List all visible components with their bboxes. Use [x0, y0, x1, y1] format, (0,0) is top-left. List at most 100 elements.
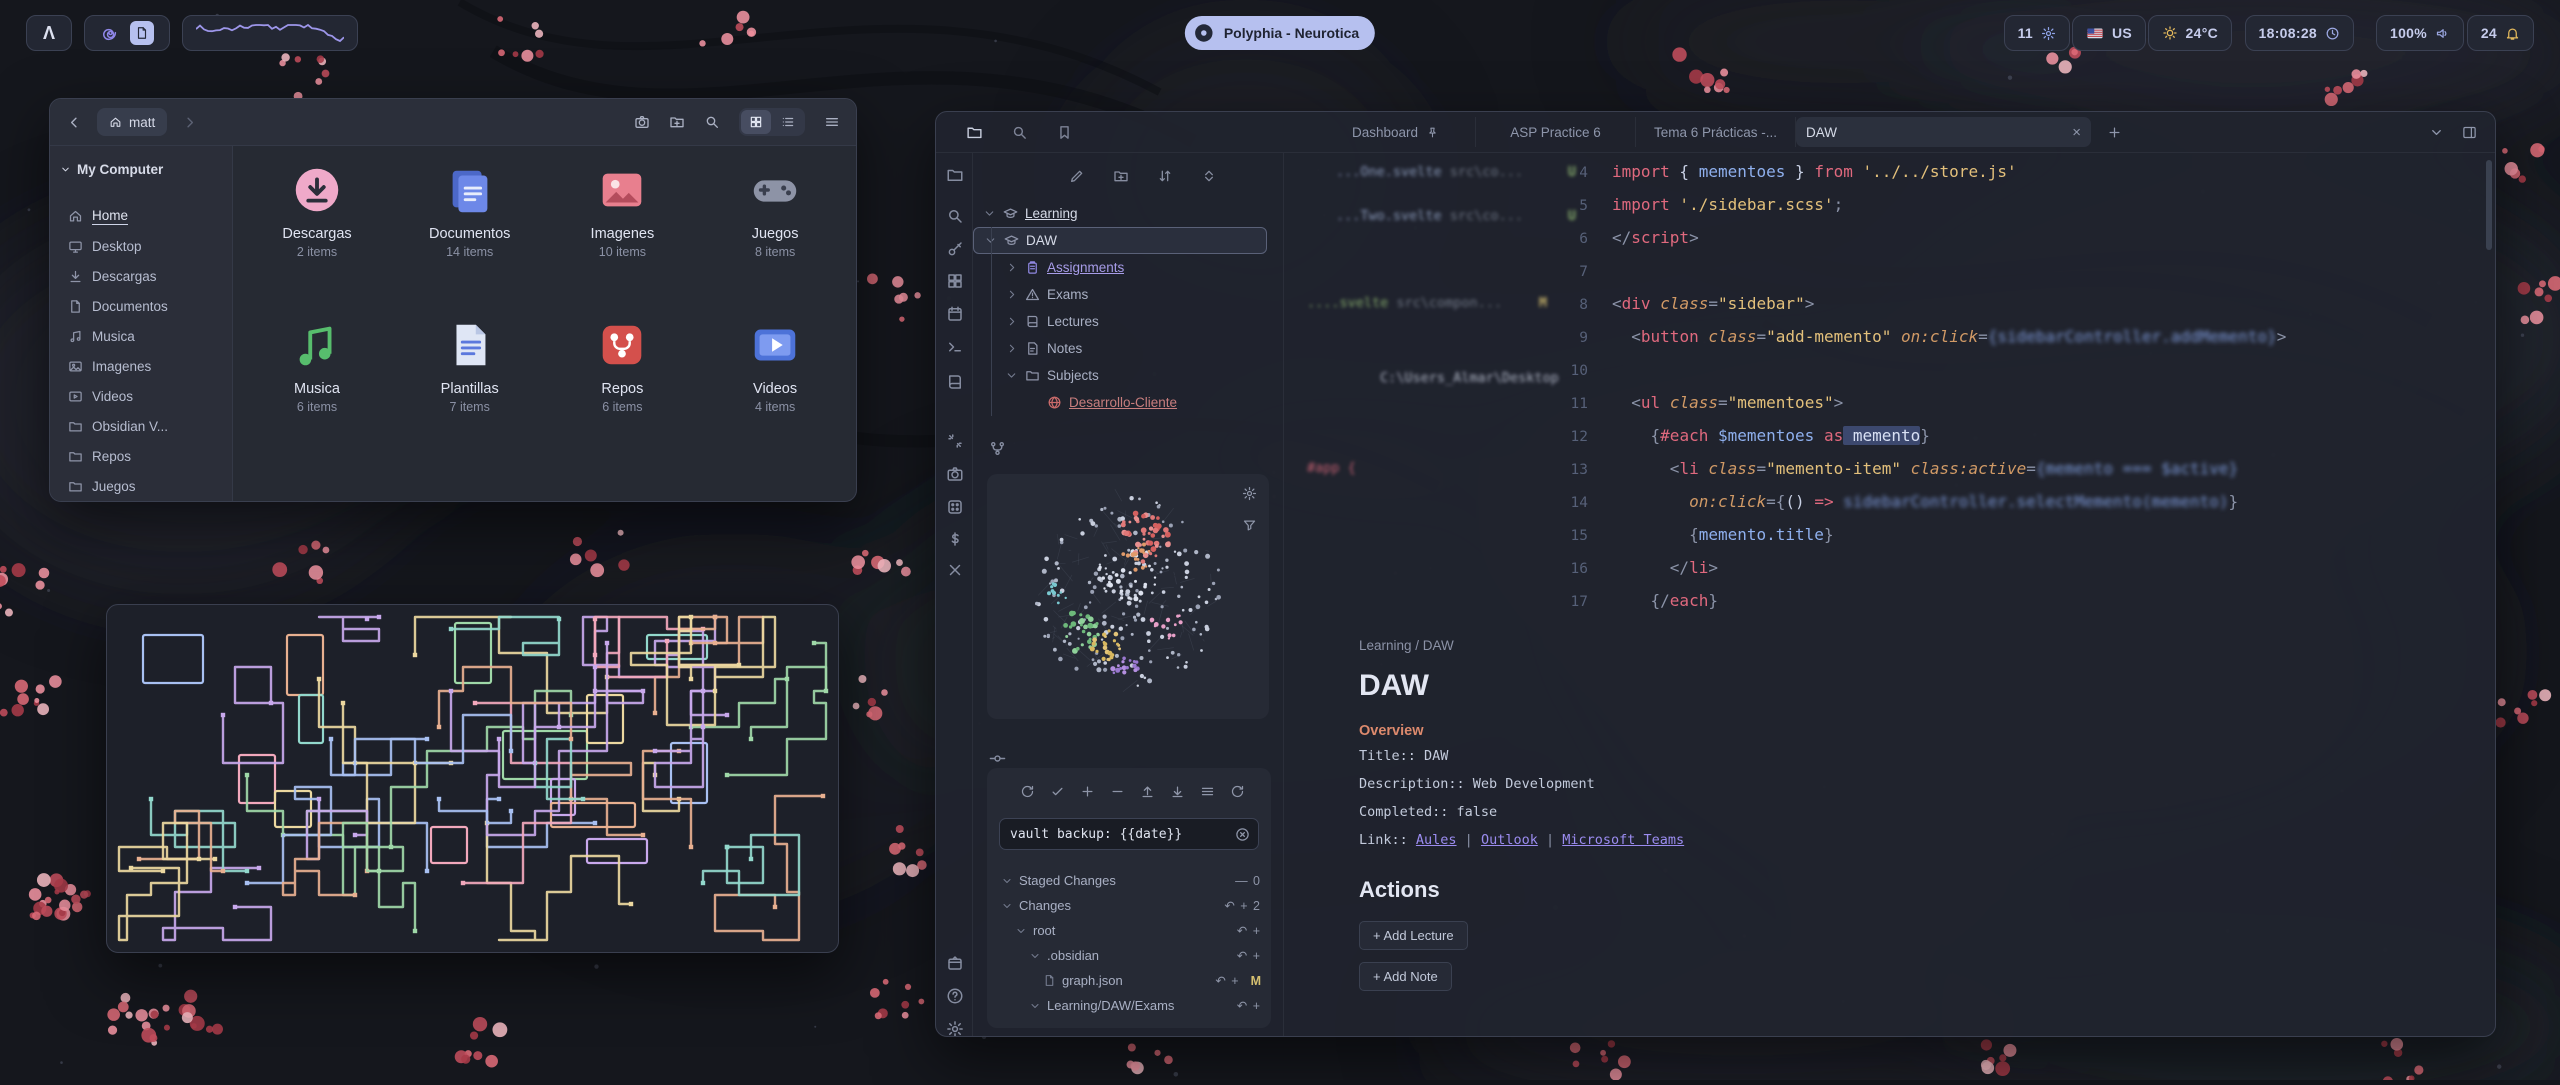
sidebar-item-juegos[interactable]: Juegos	[50, 472, 232, 500]
sidebar-item-videos[interactable]: Videos	[50, 382, 232, 410]
graph-settings-icon[interactable]	[1242, 486, 1257, 501]
ribbon-canvas-button[interactable]	[944, 270, 966, 292]
commit-message-input[interactable]	[1008, 826, 1235, 843]
ribbon-screenshot-button[interactable]	[944, 463, 966, 485]
file-tree-item-notes[interactable]: Notes	[973, 335, 1267, 362]
folder-juegos[interactable]: Juegos8 items	[705, 162, 845, 259]
sidebar-item-obsidian-v[interactable]: Obsidian V...	[50, 412, 232, 440]
code-editor[interactable]: 4import { mementoes } from '../../store.…	[1282, 155, 2286, 617]
new-note-button[interactable]	[1069, 168, 1085, 184]
sidebar-item-imagenes[interactable]: Imagenes	[50, 352, 232, 380]
folder-musica[interactable]: Musica6 items	[247, 317, 387, 414]
link-aules[interactable]: Aules	[1416, 832, 1457, 848]
ribbon-broken-links-button[interactable]	[944, 430, 966, 452]
folder-documentos[interactable]: Documentos14 items	[400, 162, 540, 259]
bookmarks-view-tab[interactable]	[1056, 124, 1073, 141]
file-tree-item-assignments[interactable]: Assignments	[973, 254, 1267, 281]
right-sidebar-toggle-button[interactable]	[2462, 125, 2477, 140]
sidebar-item-documentos[interactable]: Documentos	[50, 292, 232, 320]
folder-plantillas[interactable]: Plantillas7 items	[400, 317, 540, 414]
file-tree-item-daw[interactable]: DAW	[973, 227, 1267, 254]
git-row-changes[interactable]: Changes↶ + 2	[997, 893, 1261, 918]
graph-view[interactable]	[987, 474, 1269, 719]
scrollbar[interactable]	[2486, 160, 2492, 250]
search-view-tab[interactable]	[1011, 124, 1028, 141]
ribbon-vault-switcher-button[interactable]	[944, 952, 966, 974]
git-row-learning-daw-exams[interactable]: Learning/DAW/Exams↶ +	[997, 993, 1261, 1018]
now-playing-widget[interactable]: Polyphia - Neurotica	[1185, 16, 1375, 50]
ribbon-close-pane-button[interactable]	[944, 559, 966, 581]
files-view-tab[interactable]	[966, 124, 983, 141]
ribbon-daily-note-button[interactable]	[944, 303, 966, 325]
git-section-icon[interactable]	[989, 750, 1009, 767]
keyboard-layout-module[interactable]: US	[2072, 15, 2146, 51]
graph-section-icon[interactable]	[989, 440, 1009, 457]
folder-imagenes[interactable]: Imagenes10 items	[552, 162, 692, 259]
close-tab-icon[interactable]: ×	[2072, 124, 2081, 141]
git-refresh-button[interactable]	[1230, 784, 1245, 799]
git-row-obsidian[interactable]: .obsidian↶ +	[997, 943, 1261, 968]
add-lecture-button[interactable]: + Add Lecture	[1359, 921, 1468, 950]
sidebar-header[interactable]: My Computer	[60, 162, 163, 177]
tab-tema-6-pr-cticas[interactable]: Tema 6 Prácticas -...	[1636, 117, 1796, 147]
grid-view-button[interactable]	[741, 110, 771, 134]
volume-module[interactable]: 100%	[2376, 15, 2464, 51]
folder-videos[interactable]: Videos4 items	[705, 317, 845, 414]
path-pill[interactable]: matt	[97, 108, 167, 136]
ribbon-search-button[interactable]	[944, 205, 966, 227]
git-row-root[interactable]: root↶ +	[997, 918, 1261, 943]
tab-asp-practice-6[interactable]: ASP Practice 6	[1476, 117, 1636, 147]
back-button[interactable]	[66, 114, 83, 131]
list-view-button[interactable]	[773, 110, 803, 134]
ribbon-donate-button[interactable]	[944, 528, 966, 550]
ribbon-settings-button[interactable]	[944, 1018, 966, 1037]
collapse-all-button[interactable]	[1201, 168, 1217, 184]
git-row-graph-json[interactable]: graph.json↶ +M	[997, 968, 1261, 993]
clear-message-icon[interactable]	[1235, 827, 1250, 842]
git-backup-button[interactable]	[1020, 784, 1035, 799]
file-tree-item-exams[interactable]: Exams	[973, 281, 1267, 308]
weather-module[interactable]: 24°C	[2148, 15, 2232, 51]
menu-button[interactable]	[824, 114, 840, 130]
search-button[interactable]	[704, 114, 720, 130]
ribbon-terminal-button[interactable]	[944, 336, 966, 358]
notifications-module[interactable]: 24	[2467, 15, 2534, 51]
sidebar-item-desktop[interactable]: Desktop	[50, 232, 232, 260]
git-unstage-all-button[interactable]	[1110, 784, 1125, 799]
git-commit-button[interactable]	[1050, 784, 1065, 799]
git-stage-all-button[interactable]	[1080, 784, 1095, 799]
sidebar-item-musica[interactable]: Musica	[50, 322, 232, 350]
folder-repos[interactable]: Repos6 items	[552, 317, 692, 414]
updates-module[interactable]: 11	[2004, 15, 2070, 51]
screenshot-button[interactable]	[634, 114, 650, 130]
file-tree-item-desarrollo-cliente[interactable]: Desarrollo-Cliente	[973, 389, 1267, 416]
link-outlook[interactable]: Outlook	[1481, 832, 1538, 848]
git-pull-button[interactable]	[1170, 784, 1185, 799]
file-tree-item-learning[interactable]: Learning	[973, 200, 1267, 227]
launcher-button[interactable]: Λ	[26, 15, 72, 51]
workspace-apps-module[interactable]	[84, 15, 170, 51]
ribbon-quick-switcher-button[interactable]	[944, 238, 966, 260]
tab-list-button[interactable]	[2429, 125, 2444, 140]
folder-descargas[interactable]: Descargas2 items	[247, 162, 387, 259]
git-push-button[interactable]	[1140, 784, 1155, 799]
sidebar-item-repos[interactable]: Repos	[50, 442, 232, 470]
ribbon-reading-mode-button[interactable]	[944, 371, 966, 393]
ribbon-files-button[interactable]	[944, 164, 966, 186]
file-tree-item-lectures[interactable]: Lectures	[973, 308, 1267, 335]
git-list-view-button[interactable]	[1200, 784, 1215, 799]
sidebar-item-home[interactable]: Home	[50, 202, 232, 230]
new-folder-button[interactable]	[669, 114, 685, 130]
add-note-button[interactable]: + Add Note	[1359, 962, 1452, 991]
new-folder-button[interactable]	[1113, 168, 1129, 184]
forward-button[interactable]	[181, 114, 198, 131]
git-row-staged-changes[interactable]: Staged Changes— 0	[997, 868, 1261, 893]
clock-module[interactable]: 18:08:28	[2245, 15, 2354, 51]
sort-order-button[interactable]	[1157, 168, 1173, 184]
tab-dashboard[interactable]: Dashboard	[1316, 117, 1476, 147]
new-tab-button[interactable]	[2107, 125, 2122, 140]
tab-daw[interactable]: DAW×	[1796, 117, 2091, 147]
link-microsoft-teams[interactable]: Microsoft Teams	[1562, 832, 1684, 848]
ribbon-random-note-button[interactable]	[944, 496, 966, 518]
file-tree-item-subjects[interactable]: Subjects	[973, 362, 1267, 389]
